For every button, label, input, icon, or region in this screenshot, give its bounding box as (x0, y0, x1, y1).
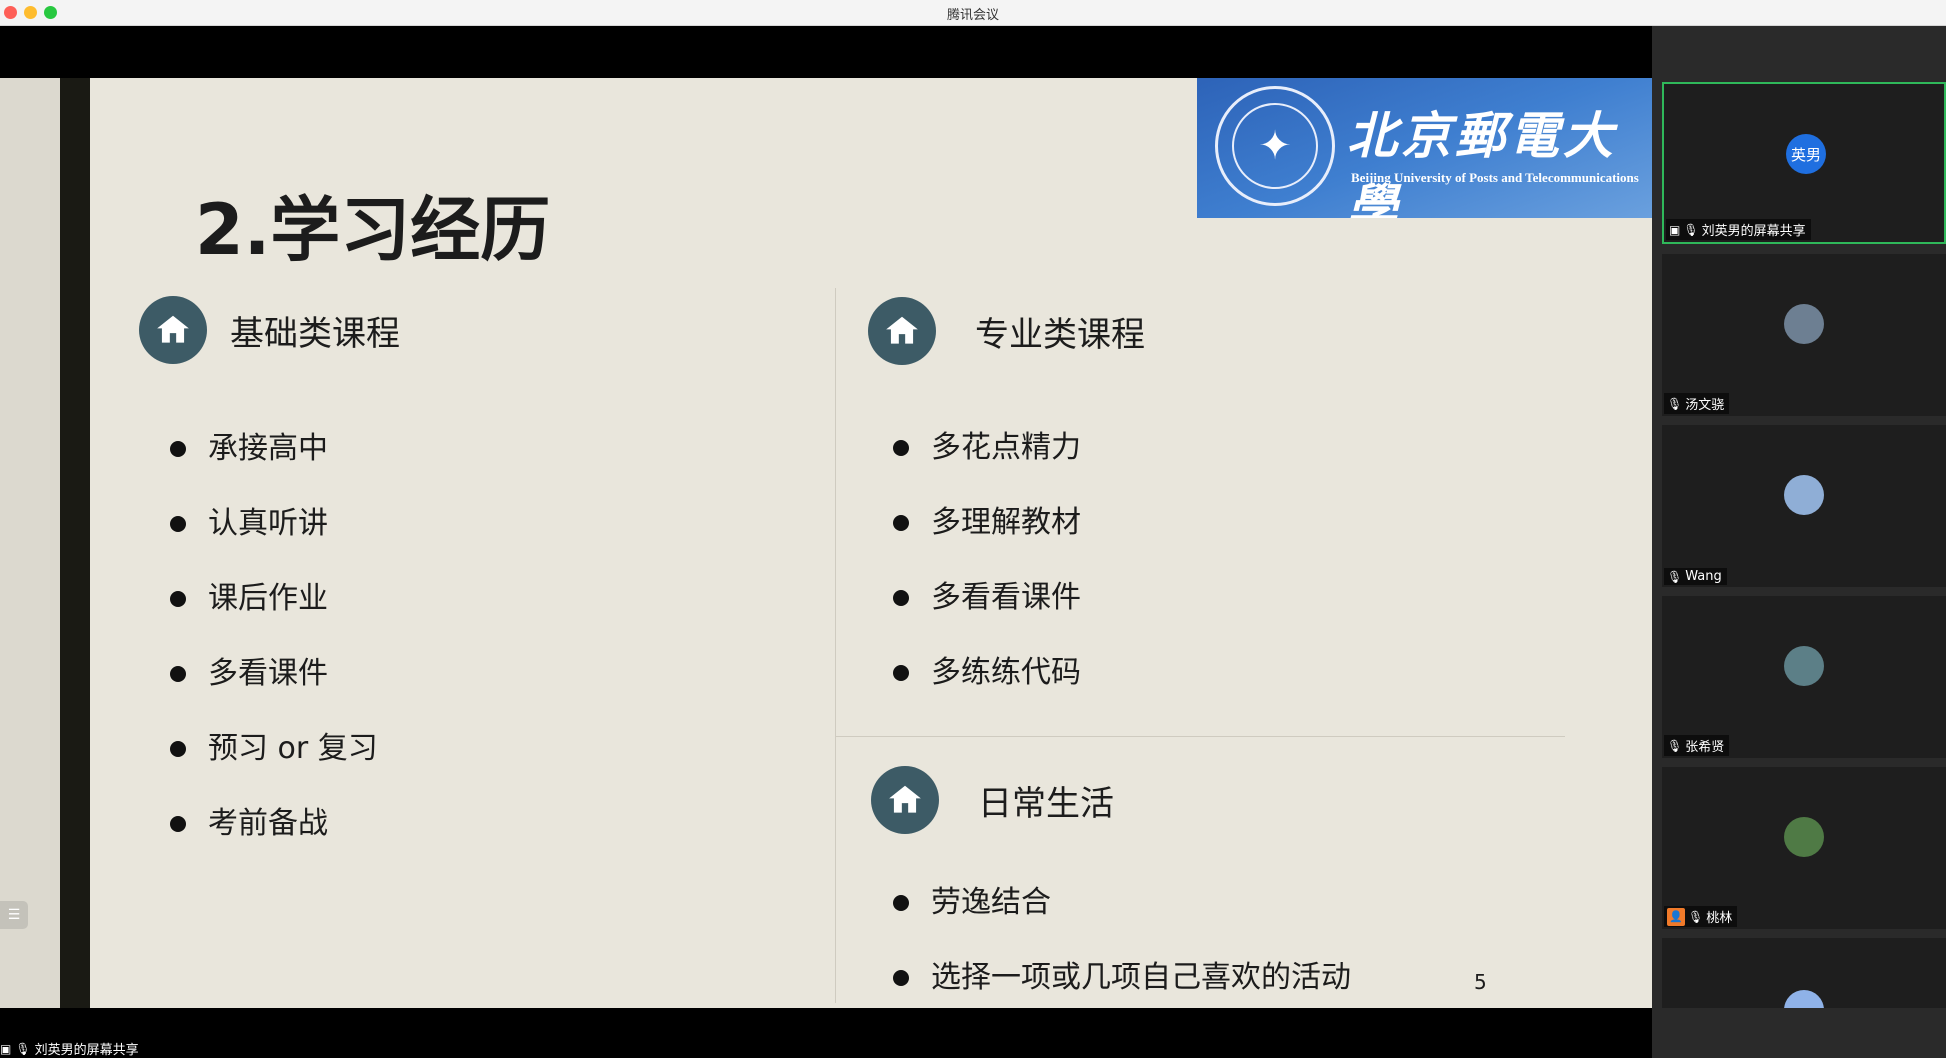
list-item: 课后作业 (170, 579, 378, 654)
slide-title: 2.学习经历 (195, 189, 551, 271)
participant-name: 汤文骁 (1685, 398, 1725, 413)
list-item: 多看课件 (170, 654, 378, 729)
university-logo: ✦ 北京郵電大學 Beijing University of Posts and… (1197, 78, 1652, 218)
basic-course-list: 承接高中 认真听讲 课后作业 多看课件 预习 or 复习 考前备战 (170, 429, 378, 879)
presentation-slide: ☰ ✦ 北京郵電大學 Beijing University of Posts a… (0, 78, 1652, 1008)
major-course-list: 多花点精力 多理解教材 多看看课件 多练练代码 (893, 428, 1081, 728)
avatar (1784, 646, 1824, 686)
avatar (1784, 817, 1824, 857)
participant-name-label: ▣ 🎙 刘英男的屏幕共享 (1666, 219, 1811, 240)
participant-tile[interactable]: 🎙 汤文骁 (1662, 254, 1946, 416)
avatar (1784, 990, 1824, 1008)
list-item: 选择一项或几项自己喜欢的活动 (893, 958, 1351, 1008)
list-item: 承接高中 (170, 429, 378, 504)
share-source-label: ▣ 🎙 刘英男的屏幕共享 (0, 1039, 139, 1058)
list-item: 多练练代码 (893, 653, 1081, 728)
participant-name: 张希贤 (1685, 740, 1725, 755)
avatar: 英男 (1786, 134, 1826, 174)
section-label-basic: 基础类课程 (230, 314, 400, 354)
daily-life-list: 劳逸结合 选择一项或几项自己喜欢的活动 (893, 883, 1351, 1008)
logo-english-name: Beijing University of Posts and Telecomm… (1351, 170, 1639, 185)
list-item: 多看看课件 (893, 578, 1081, 653)
slide-sidebar-panel (0, 78, 60, 1008)
screen-share-icon: ▣ (0, 1041, 12, 1056)
section-divider (835, 736, 1565, 737)
house-icon (139, 296, 207, 364)
participant-name: 桃林 (1706, 911, 1733, 926)
microphone-icon: 🎙 (1683, 222, 1699, 237)
slide-decorative-bar (60, 78, 90, 1008)
house-icon (868, 297, 936, 365)
participant-name-label: 🎙 张希贤 (1664, 735, 1730, 756)
participant-name-label: 👤 🎙 桃林 (1664, 906, 1738, 927)
list-item: 多花点精力 (893, 428, 1081, 503)
participant-name-label: 🎙 汤文骁 (1664, 393, 1730, 414)
list-item: 预习 or 复习 (170, 729, 378, 804)
avatar (1784, 304, 1824, 344)
avatar (1784, 475, 1824, 515)
user-icon: 👤 (1667, 907, 1685, 926)
list-item: 认真听讲 (170, 504, 378, 579)
microphone-muted-icon: 🎙 (1667, 396, 1683, 411)
list-item: 多理解教材 (893, 503, 1081, 578)
participant-tile[interactable]: 🎙 张希贤 (1662, 596, 1946, 758)
column-divider (835, 288, 836, 1003)
microphone-muted-icon: 🎙 (1667, 569, 1683, 584)
participant-tile[interactable] (1662, 938, 1946, 1008)
share-source-text: 刘英男的屏幕共享 (34, 1043, 139, 1058)
slide-page-number: 5 (1474, 970, 1487, 994)
list-item: 考前备战 (170, 804, 378, 879)
participant-name: Wang (1685, 569, 1722, 584)
participant-name-label: 🎙 Wang (1664, 568, 1727, 585)
list-item: 劳逸结合 (893, 883, 1351, 958)
house-icon (871, 766, 939, 834)
list-icon[interactable]: ☰ (0, 901, 28, 929)
logo-chinese-name: 北京郵電大學 (1347, 106, 1617, 218)
window-title: 腾讯会议 (946, 8, 999, 23)
window-titlebar: 腾讯会议 (0, 0, 1946, 26)
screen-share-area: ☰ ✦ 北京郵電大學 Beijing University of Posts a… (0, 26, 1652, 1058)
participant-tile[interactable]: 英男 ▣ 🎙 刘英男的屏幕共享 (1662, 82, 1946, 244)
participant-tile[interactable]: 🎙 Wang (1662, 425, 1946, 587)
participant-tile[interactable]: 👤 🎙 桃林 (1662, 767, 1946, 929)
participant-name: 刘英男的屏幕共享 (1701, 224, 1806, 239)
participant-sidebar[interactable]: 英男 ▣ 🎙 刘英男的屏幕共享 🎙 汤文骁 🎙 Wang 🎙 张希贤 👤 🎙 桃… (1652, 26, 1946, 1058)
section-label-daily: 日常生活 (978, 784, 1114, 824)
university-seal-icon: ✦ (1215, 86, 1335, 206)
screen-share-icon: ▣ (1669, 222, 1681, 237)
microphone-icon: 🎙 (15, 1041, 31, 1056)
microphone-icon: 🎙 (1688, 909, 1704, 924)
microphone-muted-icon: 🎙 (1667, 738, 1683, 753)
section-label-major: 专业类课程 (975, 315, 1145, 355)
